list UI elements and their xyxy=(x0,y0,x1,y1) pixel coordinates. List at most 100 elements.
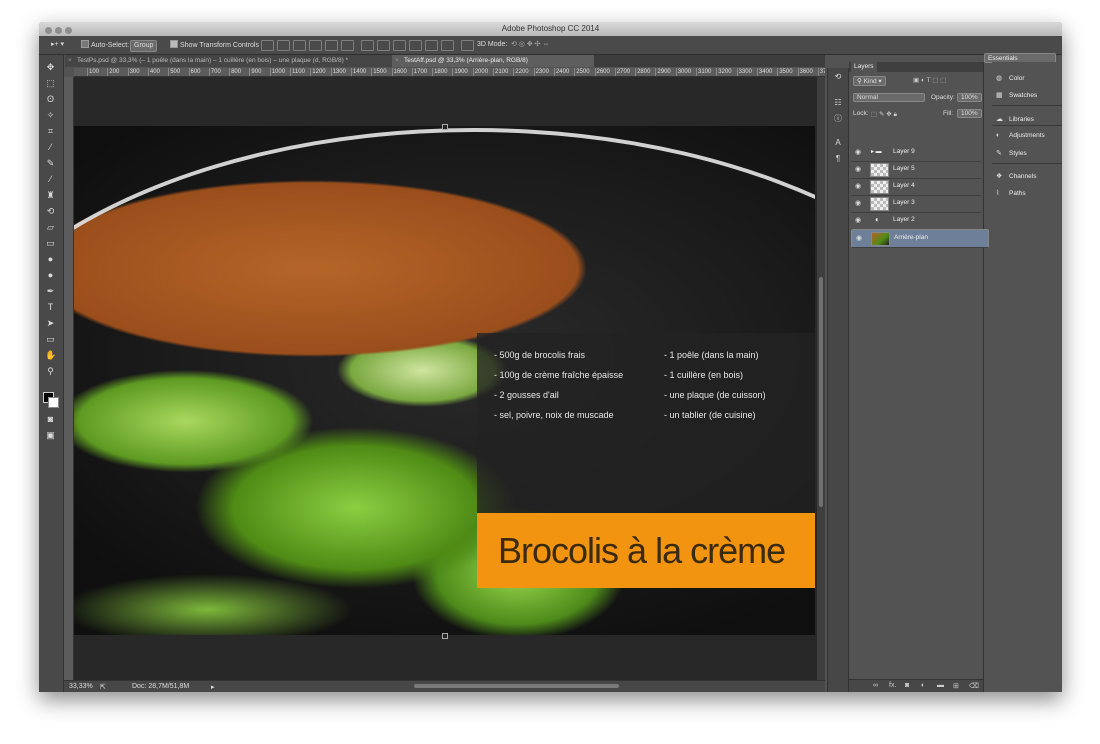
background-color-swatch[interactable] xyxy=(48,397,59,408)
ruler-tick-label: 2700 xyxy=(614,68,631,76)
layer-row[interactable]: ◉ ▸ ▬ Layer 9 xyxy=(851,144,981,162)
crop-tool-icon[interactable]: ⌗ xyxy=(45,126,56,137)
layer-row[interactable]: ◉ Layer 3 xyxy=(851,195,981,213)
new-layer-icon[interactable]: ⊞ xyxy=(953,682,959,690)
paragraph-icon[interactable]: ¶ xyxy=(833,154,843,164)
lasso-tool-icon[interactable]: ʘ xyxy=(45,94,56,105)
distribute-hcenter-icon[interactable] xyxy=(425,40,438,51)
transform-handle-top[interactable] xyxy=(442,124,448,130)
align-left-icon[interactable] xyxy=(309,40,322,51)
status-menu-icon[interactable]: ▸ xyxy=(211,683,215,691)
layer-row-selected[interactable]: ◉ Arrière-plan xyxy=(851,229,989,248)
clone-stamp-icon[interactable]: ♜ xyxy=(45,190,56,201)
move-tool-preset[interactable]: ▸+ ▾ xyxy=(51,40,64,50)
align-bottom-icon[interactable] xyxy=(293,40,306,51)
tab-testaff[interactable]: × TestAff.psd @ 33,3% (Arrière-plan, RGB/… xyxy=(392,55,594,67)
panel-channels[interactable]: ❖ Channels xyxy=(996,172,1036,180)
fx-icon[interactable]: fx. xyxy=(889,682,896,689)
magic-wand-icon[interactable]: ✧ xyxy=(45,110,56,121)
dodge-tool-icon[interactable]: ● xyxy=(45,270,56,281)
fill-field[interactable]: 100% xyxy=(957,109,982,118)
canvas-area[interactable]: - 500g de brocolis frais - 100g de crème… xyxy=(74,77,817,680)
3d-mode-icons[interactable]: ⟲ ◎ ✥ ✣ ⇔ xyxy=(511,40,549,50)
folder-icon[interactable]: ▸ ▬ xyxy=(871,148,882,155)
eyedropper-icon[interactable]: ⁄ xyxy=(45,142,56,153)
visibility-eye-icon[interactable]: ◉ xyxy=(855,165,861,173)
history-icon[interactable]: ⟲ xyxy=(833,72,843,82)
visibility-eye-icon[interactable]: ◉ xyxy=(855,216,861,224)
auto-select-dropdown[interactable]: Group xyxy=(130,40,158,52)
panel-swatches[interactable]: ▦ Swatches xyxy=(996,91,1037,99)
info-icon[interactable]: ⓘ xyxy=(833,114,843,124)
type-tool-icon[interactable]: T xyxy=(45,302,56,313)
blend-mode-dropdown[interactable]: Normal xyxy=(853,93,925,102)
horizontal-scrollbar[interactable] xyxy=(414,684,619,688)
distribute-right-icon[interactable] xyxy=(441,40,454,51)
link-icon[interactable]: ∞ xyxy=(873,682,878,689)
distribute-bottom-icon[interactable] xyxy=(393,40,406,51)
tab-layers[interactable]: Layers xyxy=(851,62,877,72)
opacity-field[interactable]: 100% xyxy=(957,93,982,102)
gradient-tool-icon[interactable]: ▭ xyxy=(45,238,56,249)
screen-mode-icon[interactable]: ▣ xyxy=(45,430,56,441)
folder-icon[interactable]: ▬ xyxy=(937,682,944,689)
distribute-top-icon[interactable] xyxy=(361,40,374,51)
tab-testps[interactable]: × TestPs.psd @ 33,3% (– 1 poêle (dans la … xyxy=(65,55,402,67)
layer-filter-icons[interactable]: ▣ ◐ T ⬚ ⬚ xyxy=(913,76,946,84)
visibility-eye-icon[interactable]: ◉ xyxy=(856,234,862,242)
distribute-vcenter-icon[interactable] xyxy=(377,40,390,51)
layer-row[interactable]: ◉ Layer 5 xyxy=(851,161,981,179)
visibility-eye-icon[interactable]: ◉ xyxy=(855,148,861,156)
minimize-icon[interactable] xyxy=(55,27,62,34)
layer-row[interactable]: ◉ ◐ Layer 2 xyxy=(851,212,981,230)
properties-icon[interactable]: ☷ xyxy=(833,98,843,108)
align-top-icon[interactable] xyxy=(261,40,274,51)
tab-close-icon[interactable]: × xyxy=(395,55,399,67)
rectangle-tool-icon[interactable]: ▭ xyxy=(45,334,56,345)
adjustment-icon[interactable]: ◐ xyxy=(921,682,925,689)
panel-adjustments[interactable]: ◐ Adjustments xyxy=(996,132,1045,140)
layer-filter-kind[interactable]: ⚲ Kind ▾ xyxy=(853,76,886,86)
blur-tool-icon[interactable]: ● xyxy=(45,254,56,265)
align-right-icon[interactable] xyxy=(341,40,354,51)
export-icon[interactable]: ⇱ xyxy=(100,683,106,691)
document-canvas[interactable]: - 500g de brocolis frais - 100g de crème… xyxy=(74,126,815,635)
auto-select-checkbox[interactable]: Auto-Select: xyxy=(81,40,129,50)
panel-styles[interactable]: ✎ Styles xyxy=(996,149,1027,157)
vertical-scrollbar[interactable] xyxy=(817,77,825,680)
trash-icon[interactable]: ⌫ xyxy=(969,682,979,690)
pen-tool-icon[interactable]: ✒ xyxy=(45,286,56,297)
healing-brush-icon[interactable]: ✎ xyxy=(45,158,56,169)
show-transform-controls-checkbox[interactable]: Show Transform Controls xyxy=(170,40,259,50)
quick-mask-icon[interactable]: ◙ xyxy=(45,414,56,425)
close-icon[interactable] xyxy=(45,27,52,34)
character-icon[interactable]: A xyxy=(833,138,843,148)
marquee-tool-icon[interactable]: ⬚ xyxy=(45,78,56,89)
align-vcenter-icon[interactable] xyxy=(277,40,290,51)
visibility-eye-icon[interactable]: ◉ xyxy=(855,199,861,207)
panel-paths[interactable]: ⌇ Paths xyxy=(996,189,1026,197)
panel-color[interactable]: ◍ Color xyxy=(996,74,1025,82)
scroll-thumb[interactable] xyxy=(819,277,823,507)
mask-icon[interactable]: ◙ xyxy=(905,682,909,689)
move-tool-icon[interactable]: ✥ xyxy=(45,62,56,73)
history-brush-icon[interactable]: ⟲ xyxy=(45,206,56,217)
align-hcenter-icon[interactable] xyxy=(325,40,338,51)
panel-libraries[interactable]: ☁ Libraries xyxy=(996,115,1034,123)
tab-close-icon[interactable]: × xyxy=(68,55,72,67)
hand-tool-icon[interactable]: ✋ xyxy=(45,350,56,361)
eraser-tool-icon[interactable]: ▱ xyxy=(45,222,56,233)
visibility-eye-icon[interactable]: ◉ xyxy=(855,182,861,190)
distribute-left-icon[interactable] xyxy=(409,40,422,51)
auto-align-icon[interactable] xyxy=(461,40,474,51)
layer-row[interactable]: ◉ Layer 4 xyxy=(851,178,981,196)
zoom-tool-icon[interactable]: ⚲ xyxy=(45,366,56,377)
ruler-tick-label: 2900 xyxy=(655,68,671,76)
zoom-level[interactable]: 33,33% xyxy=(69,683,93,690)
lock-icons[interactable]: ⬚ ✎ ✥ 🔒︎ xyxy=(871,110,897,119)
lock-label: Lock: xyxy=(853,110,869,117)
zoom-icon[interactable] xyxy=(65,27,72,34)
brush-tool-icon[interactable]: ⁄ xyxy=(45,174,56,185)
path-selection-icon[interactable]: ➤ xyxy=(45,318,56,329)
transform-handle-bottom[interactable] xyxy=(442,633,448,639)
